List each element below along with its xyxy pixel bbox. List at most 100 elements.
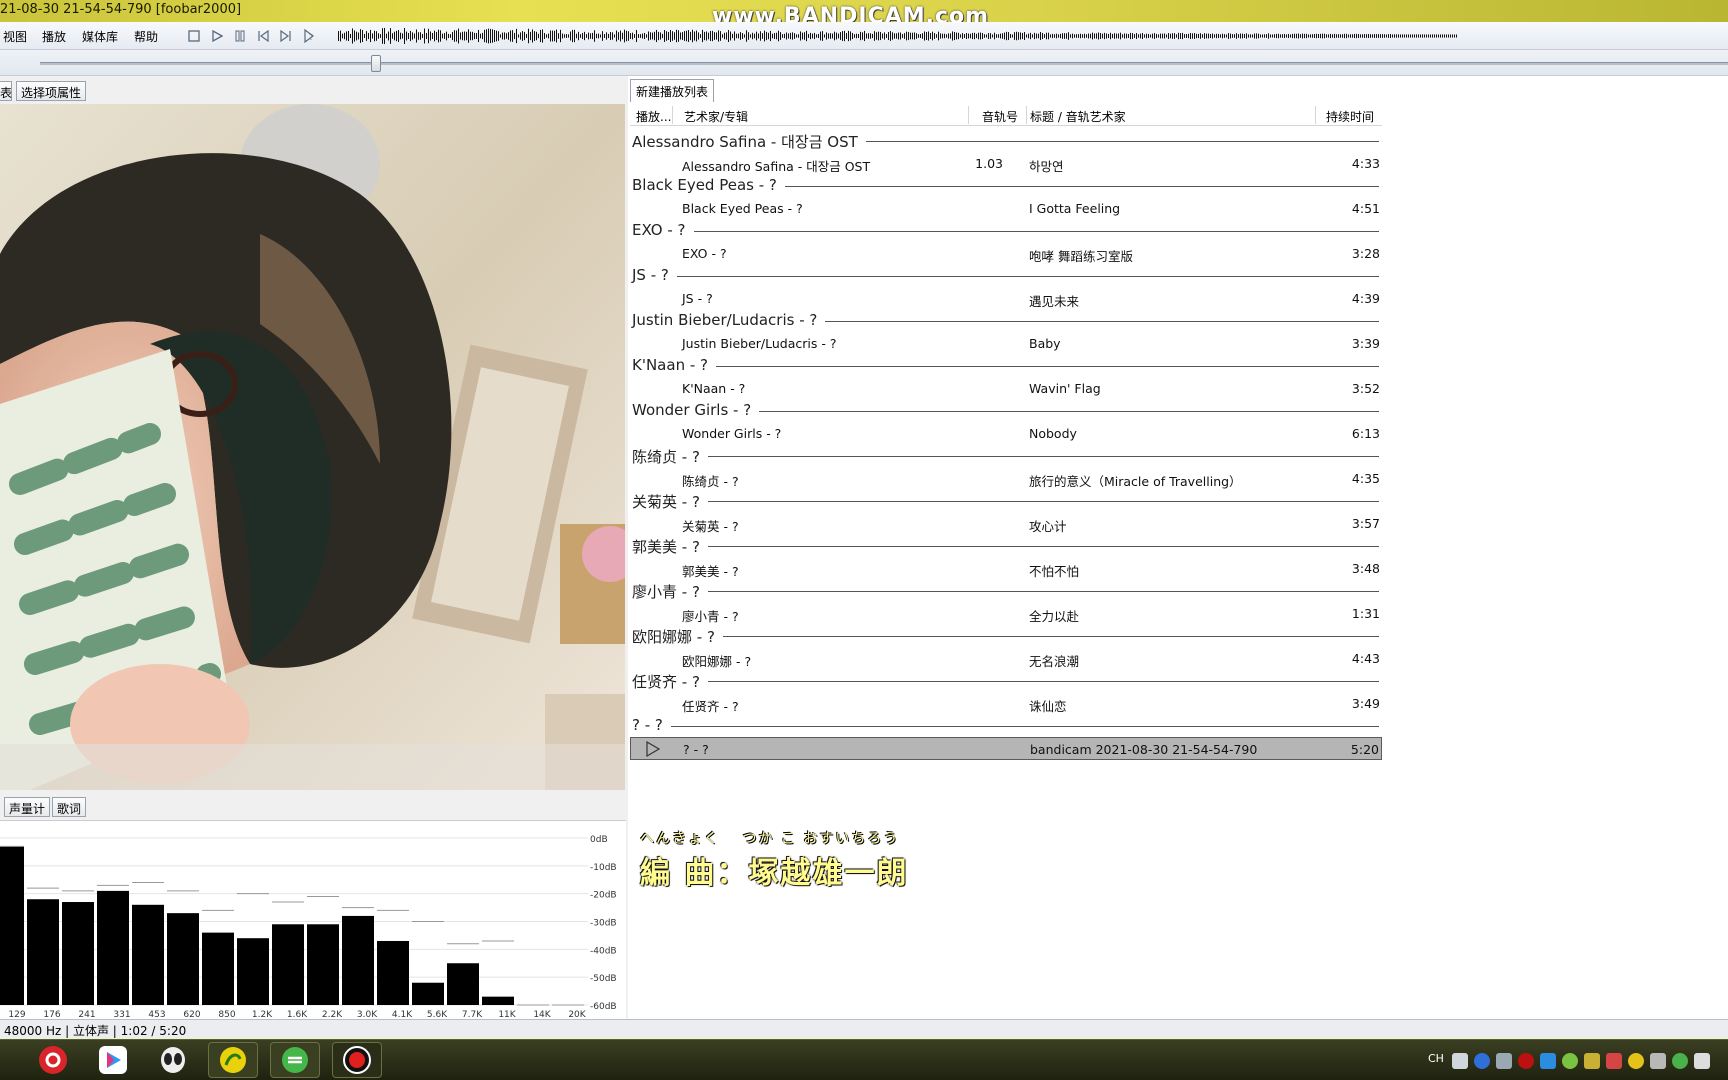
playlist-row[interactable]: 关菊英 - ? 攻心计 3:57 [630, 512, 1382, 535]
playlist-row[interactable]: JS - ? 遇见未来 4:39 [630, 287, 1382, 310]
track-duration: 4:51 [1351, 201, 1380, 216]
playlist-group-header[interactable]: Wonder Girls - ? [630, 400, 1382, 422]
netease-music-icon[interactable] [28, 1042, 78, 1078]
track-title: 旅行的意义（Miracle of Travelling） [1029, 474, 1242, 489]
menu-help[interactable]: 帮助 [134, 28, 158, 45]
youku-icon[interactable] [88, 1042, 138, 1078]
track-duration: 4:43 [1351, 651, 1380, 666]
playlist-group-header[interactable]: 任贤齐 - ? [630, 670, 1382, 692]
waveform-visualisation [338, 27, 1457, 45]
playlist-row[interactable]: 陈绮贞 - ? 旅行的意义（Miracle of Travelling） 4:35 [630, 467, 1382, 490]
volume-icon[interactable] [1694, 1053, 1710, 1069]
playlist-row[interactable]: 任贤齐 - ? 诛仙恋 3:49 [630, 692, 1382, 715]
lyrics-line: 編 曲：塚越雄一朗 [640, 856, 909, 891]
playlist-row[interactable]: Justin Bieber/Ludacris - ? Baby 3:39 [630, 332, 1382, 355]
tab-selection-properties[interactable]: 选择项属性 [16, 81, 87, 101]
playlist-group-header[interactable]: Alessandro Safina - 대장금 OST [630, 130, 1382, 152]
tab-list-cut[interactable]: 表 [0, 81, 12, 101]
group-divider [632, 726, 1379, 727]
tab-lyrics[interactable]: 歌词 [52, 797, 87, 817]
playlist-row[interactable]: 廖小青 - ? 全力以赴 1:31 [630, 602, 1382, 625]
playlist-row[interactable]: 郭美美 - ? 不怕不怕 3:48 [630, 557, 1382, 580]
status-bar: 48000 Hz | 立体声 | 1:02 / 5:20 [0, 1019, 1728, 1039]
group-title: 郭美美 - ? [632, 536, 708, 557]
stop-icon[interactable] [184, 26, 204, 46]
input-language[interactable]: CH [1428, 1052, 1444, 1065]
db-tick-label: -10dB [590, 863, 617, 873]
menu-library[interactable]: 媒体库 [82, 28, 118, 45]
spectrum-bar [97, 890, 129, 1005]
tab-level-meter[interactable]: 声量计 [4, 797, 51, 817]
menu-view[interactable]: 视图 [3, 28, 27, 45]
plus-icon[interactable] [1628, 1053, 1644, 1069]
playlist-group-header[interactable]: JS - ? [630, 265, 1382, 287]
playlist-group-header[interactable]: 郭美美 - ? [630, 535, 1382, 557]
track-title: 攻心计 [1029, 519, 1067, 534]
group-title: 陈绮贞 - ? [632, 446, 708, 467]
keyboard-icon[interactable] [1452, 1053, 1468, 1069]
bandicam-record-icon[interactable] [332, 1042, 382, 1078]
spectrum-bar [62, 902, 94, 1005]
col-duration[interactable]: 持续时间 [1326, 108, 1374, 125]
track-artist: Wonder Girls - ? [682, 426, 782, 441]
track-title: Baby [1029, 336, 1061, 351]
group-title: Alessandro Safina - 대장금 OST [632, 131, 866, 152]
col-playing[interactable]: 播放... [636, 108, 671, 125]
flag-icon[interactable] [1606, 1053, 1622, 1069]
random-icon[interactable]: ? [299, 26, 319, 46]
seek-thumb[interactable] [370, 55, 381, 72]
track-artist: Black Eyed Peas - ? [682, 201, 803, 216]
playlist-row[interactable]: K'Naan - ? Wavin' Flag 3:52 [630, 377, 1382, 400]
playlist-tab[interactable]: 新建播放列表 [630, 79, 715, 102]
group-title: 欧阳娜娜 - ? [632, 626, 723, 647]
track-duration: 3:48 [1351, 561, 1380, 576]
playlist-row[interactable]: 欧阳娜娜 - ? 无名浪潮 4:43 [630, 647, 1382, 670]
playlist-group-header[interactable]: 欧阳娜娜 - ? [630, 625, 1382, 647]
play-icon[interactable] [207, 26, 227, 46]
yellow-tray-icon[interactable] [1584, 1053, 1600, 1069]
green-tray-icon[interactable] [1562, 1053, 1578, 1069]
spectrum-chart: 0dB-10dB-20dB-30dB-40dB-50dB-60dB129 176 2… [0, 835, 617, 1020]
playlist-group-header[interactable]: 陈绮贞 - ? [630, 445, 1382, 467]
track-artist: 欧阳娜娜 - ? [682, 654, 752, 669]
pause-icon[interactable] [230, 26, 250, 46]
playlist-row[interactable]: Alessandro Safina - 대장금 OST 1.03 하망연 4:33 [630, 152, 1382, 175]
playlist-row[interactable]: Wonder Girls - ? Nobody 6:13 [630, 422, 1382, 445]
playlist-row[interactable]: Black Eyed Peas - ? I Gotta Feeling 4:51 [630, 197, 1382, 220]
yellow-app-icon[interactable] [208, 1042, 258, 1078]
group-divider [632, 636, 1379, 637]
network-icon[interactable] [1496, 1053, 1512, 1069]
next-icon[interactable] [276, 26, 296, 46]
previous-icon[interactable] [253, 26, 273, 46]
track-artist: 廖小青 - ? [682, 609, 739, 624]
playlist-row-playing[interactable]: ? - ? bandicam 2021-08-30 21-54-54-790 5:2… [630, 737, 1382, 760]
playlist-group-header[interactable]: 廖小青 - ? [630, 580, 1382, 602]
col-track-no[interactable]: 音轨号 [982, 108, 1018, 125]
arrow-icon[interactable] [1650, 1053, 1666, 1069]
playlist-group-header[interactable]: 关菊英 - ? [630, 490, 1382, 512]
playlist-row[interactable]: EXO - ? 咆哮 舞蹈练习室版 3:28 [630, 242, 1382, 265]
seek-track[interactable] [40, 62, 1728, 65]
playlist-group-header[interactable]: EXO - ? [630, 220, 1382, 242]
spectrum-bar [307, 924, 339, 1005]
playlist-group-header[interactable]: K'Naan - ? [630, 355, 1382, 377]
col-artist-album[interactable]: 艺术家/专辑 [684, 108, 748, 125]
col-title-artist[interactable]: 标题 / 音轨艺术家 [1030, 108, 1126, 125]
alien-app-icon[interactable] [148, 1042, 198, 1078]
status-icon[interactable] [1672, 1053, 1688, 1069]
green-app-icon[interactable] [270, 1042, 320, 1078]
help-icon[interactable] [1474, 1053, 1490, 1069]
group-title: Black Eyed Peas - ? [632, 176, 785, 194]
group-divider [632, 366, 1379, 367]
shield-icon[interactable] [1540, 1053, 1556, 1069]
spectrum-bar [447, 963, 479, 1005]
menu-playback[interactable]: 播放 [42, 28, 66, 45]
playlist-group-header[interactable]: Justin Bieber/Ludacris - ? [630, 310, 1382, 332]
playlist-group-header[interactable]: Black Eyed Peas - ? [630, 175, 1382, 197]
track-duration: 1:31 [1351, 606, 1380, 621]
db-tick-label: -50dB [590, 974, 617, 984]
spectrum-bar [272, 924, 304, 1005]
record-tray-icon[interactable] [1518, 1053, 1534, 1069]
playlist-group-header[interactable]: ? - ? [630, 715, 1382, 737]
spectrum-bar [342, 915, 374, 1005]
